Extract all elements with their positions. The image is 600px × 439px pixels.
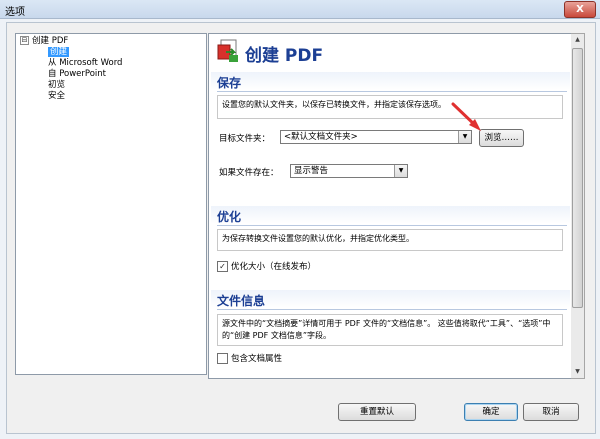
cancel-button[interactable]: 取消: [523, 403, 579, 421]
options-tree[interactable]: ⊟ 创建 PDF 创建 从 Microsoft Word 自 PowerPoint…: [15, 33, 207, 375]
reset-defaults-button[interactable]: 重置默认: [338, 403, 416, 421]
annotation-arrow-icon: [451, 102, 481, 131]
collapse-icon[interactable]: ⊟: [20, 36, 29, 45]
tree-item-label: 初览: [48, 80, 66, 90]
ok-button[interactable]: 确定: [464, 403, 518, 421]
close-icon: X: [576, 4, 584, 15]
dialog-client: ⊟ 创建 PDF 创建 从 Microsoft Word 自 PowerPoint…: [6, 22, 596, 434]
tree-item-label: 创建: [48, 47, 70, 57]
tree-item-security[interactable]: 安全: [48, 91, 65, 102]
tree-item-label: 自 PowerPoint: [48, 69, 107, 79]
scroll-up-icon[interactable]: ▲: [571, 34, 584, 46]
tree-item-create[interactable]: 创建: [48, 47, 70, 58]
tree-item-label: 从 Microsoft Word: [48, 58, 123, 68]
scroll-down-icon[interactable]: ▼: [571, 366, 584, 378]
tree-item-preview[interactable]: 初览: [48, 80, 65, 91]
panel-scrollbar[interactable]: ▲ ▼: [571, 33, 585, 379]
tree-root-label: 创建 PDF: [32, 36, 69, 46]
tree-item-from-word[interactable]: 从 Microsoft Word: [48, 58, 122, 69]
close-button[interactable]: X: [564, 1, 596, 18]
title-bar: 选项 X: [0, 0, 600, 19]
window-title: 选项: [5, 7, 25, 18]
scroll-thumb[interactable]: [572, 48, 583, 308]
tree-item-powerpoint[interactable]: 自 PowerPoint: [48, 69, 106, 80]
settings-panel: 创建 PDF 保存 设置您的默认文件夹，以保存已转换文件，并指定该保存选项。 目…: [208, 33, 573, 379]
tree-root-create-pdf[interactable]: ⊟ 创建 PDF: [20, 36, 68, 47]
tree-item-label: 安全: [48, 91, 66, 101]
